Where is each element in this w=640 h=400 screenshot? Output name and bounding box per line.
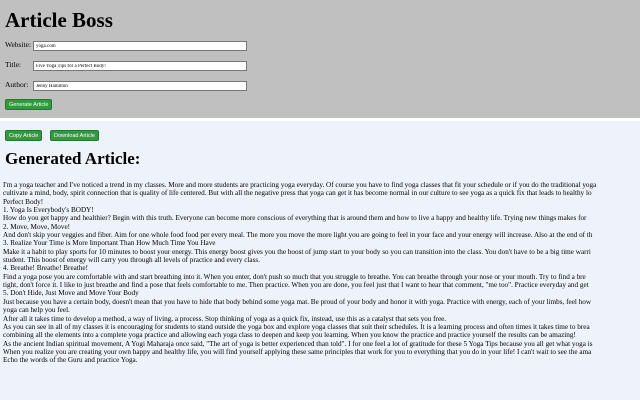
author-label: Author: xyxy=(5,80,29,89)
generated-article-text: I'm a yoga teacher and I've noticed a tr… xyxy=(3,181,640,365)
article-line: As the ancient Indian spiritual movement… xyxy=(3,339,593,348)
generate-article-button[interactable]: Generate Article xyxy=(5,99,53,110)
website-input[interactable] xyxy=(33,41,247,51)
article-form-panel: Article Boss Website: Title: Author: Gen… xyxy=(0,0,640,118)
article-line: And don't skip your veggies and fiber. A… xyxy=(3,231,593,240)
article-line: When you realize you are creating your o… xyxy=(3,347,592,356)
article-line: Perfect Body! xyxy=(3,197,44,206)
article-line: yoga can help you feel. xyxy=(3,306,70,315)
article-line: How do you get happy and healthier? Begi… xyxy=(3,214,587,223)
website-row: Website: xyxy=(5,40,247,51)
copy-article-button[interactable]: Copy Article xyxy=(5,130,43,141)
title-input[interactable] xyxy=(33,61,247,71)
article-line: 4. Breathe! Breathe! Breathe! xyxy=(3,264,89,273)
article-line: Find a yoga pose you are comfortable wit… xyxy=(3,272,586,281)
title-row: Title: xyxy=(5,60,247,71)
article-line: After all it takes time to develop a met… xyxy=(3,314,447,323)
article-line: Just because you have a certain body, do… xyxy=(3,297,592,306)
article-line: 5. Don't Hide, Just Move and Move Your B… xyxy=(3,289,139,298)
article-line: 1. Yoga Is Everybody's BODY! xyxy=(3,206,94,215)
article-line: tight, don't force it. I like to just br… xyxy=(3,281,589,290)
article-line: 3. Realize Your Time is More Important T… xyxy=(3,239,216,248)
generated-article-heading: Generated Article: xyxy=(5,149,141,168)
title-label: Title: xyxy=(5,60,21,69)
article-line: cultivate a mind, body, spirit connectio… xyxy=(3,189,592,198)
download-article-button[interactable]: Download Article xyxy=(50,130,99,141)
article-line: As you can see in all of my classes it i… xyxy=(3,322,590,331)
article-line: 2. Move, Move, Move! xyxy=(3,222,71,231)
article-line: combining all the elements into a comple… xyxy=(3,331,576,340)
article-line: I'm a yoga teacher and I've noticed a tr… xyxy=(3,181,597,189)
article-line: Make it a habit to play sports for 10 mi… xyxy=(3,247,591,256)
author-input[interactable] xyxy=(33,81,247,91)
app-title: Article Boss xyxy=(5,8,113,32)
author-row: Author: xyxy=(5,80,247,91)
article-line: student. This boost of energy will carry… xyxy=(3,256,261,265)
article-line: Echo the words of the Guru and practice … xyxy=(3,356,138,365)
website-label: Website: xyxy=(5,40,32,49)
